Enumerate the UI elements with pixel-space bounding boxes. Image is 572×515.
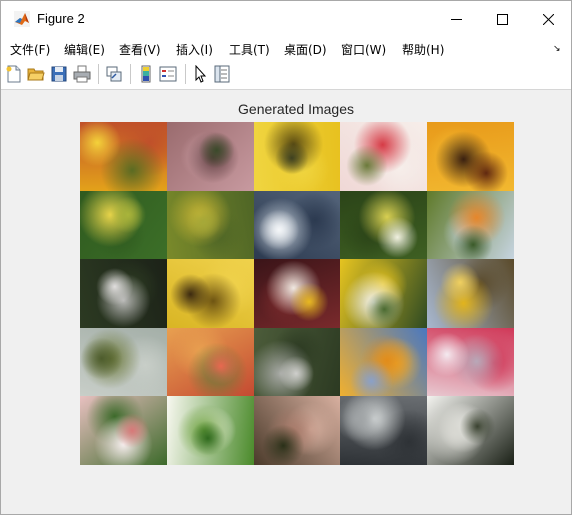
menu-insert[interactable]: 插入(I) <box>176 41 213 58</box>
legend-icon[interactable] <box>159 65 177 83</box>
generated-image-tile <box>340 122 428 191</box>
toolbar-separator <box>130 64 131 84</box>
title-bar[interactable]: Figure 2 <box>1 1 571 37</box>
generated-image-tile <box>166 122 254 191</box>
generated-image-tile <box>253 190 341 260</box>
edit-plot-arrow-icon[interactable] <box>191 65 209 83</box>
matlab-logo-icon <box>14 11 30 27</box>
menu-view[interactable]: 查看(V) <box>119 41 161 58</box>
generated-image-tile <box>340 327 428 397</box>
menu-edit[interactable]: 编辑(E) <box>64 41 105 58</box>
image-montage[interactable] <box>80 122 514 465</box>
close-icon <box>542 13 554 25</box>
generated-image-tile <box>340 259 428 328</box>
menu-tools[interactable]: 工具(T) <box>229 41 270 58</box>
open-file-icon[interactable] <box>27 65 45 83</box>
menu-desktop[interactable]: 桌面(D) <box>284 41 327 58</box>
generated-image-tile <box>166 327 254 397</box>
generated-image-tile <box>427 259 514 328</box>
generated-image-tile <box>80 122 167 191</box>
menu-window[interactable]: 窗口(W) <box>341 41 386 58</box>
minimize-button[interactable] <box>433 1 479 37</box>
generated-image-tile <box>340 396 428 465</box>
generated-image-tile <box>166 259 254 328</box>
generated-image-tile <box>166 190 254 260</box>
generated-image-tile <box>253 396 341 465</box>
window-title: Figure 2 <box>37 11 85 26</box>
generated-image-tile <box>80 396 167 465</box>
generated-image-tile <box>80 190 167 260</box>
generated-image-tile <box>340 190 428 260</box>
dock-arrow-icon[interactable]: ↘ <box>553 43 561 54</box>
generated-image-tile <box>80 259 167 328</box>
toolbar <box>1 59 571 90</box>
toolbar-separator <box>98 64 99 84</box>
print-icon[interactable] <box>73 65 91 83</box>
generated-image-tile <box>427 327 514 397</box>
figure-window: Figure 2 文件(F) 编辑(E) 查看(V) 插入(I) 工具(T) 桌… <box>0 0 572 515</box>
generated-image-tile <box>166 396 254 465</box>
generated-image-tile <box>427 122 514 191</box>
maximize-button[interactable] <box>479 1 525 37</box>
generated-image-tile <box>253 122 341 191</box>
generated-image-tile <box>253 327 341 397</box>
figure-canvas[interactable]: Generated Images <box>6 90 566 510</box>
close-button[interactable] <box>525 1 571 37</box>
colorbar-icon[interactable] <box>137 65 155 83</box>
minimize-icon <box>450 18 462 20</box>
link-plot-icon[interactable] <box>105 65 123 83</box>
axes-title: Generated Images <box>238 101 354 117</box>
save-icon[interactable] <box>50 65 68 83</box>
menu-bar: 文件(F) 编辑(E) 查看(V) 插入(I) 工具(T) 桌面(D) 窗口(W… <box>1 37 571 59</box>
generated-image-tile <box>80 327 167 397</box>
generated-image-tile <box>427 396 514 465</box>
property-inspector-icon[interactable] <box>213 65 231 83</box>
menu-file[interactable]: 文件(F) <box>10 41 50 58</box>
maximize-icon <box>496 13 508 25</box>
toolbar-separator <box>185 64 186 84</box>
generated-image-tile <box>427 190 514 260</box>
generated-image-tile <box>253 259 341 328</box>
new-figure-icon[interactable] <box>5 65 23 83</box>
menu-help[interactable]: 帮助(H) <box>402 41 444 58</box>
